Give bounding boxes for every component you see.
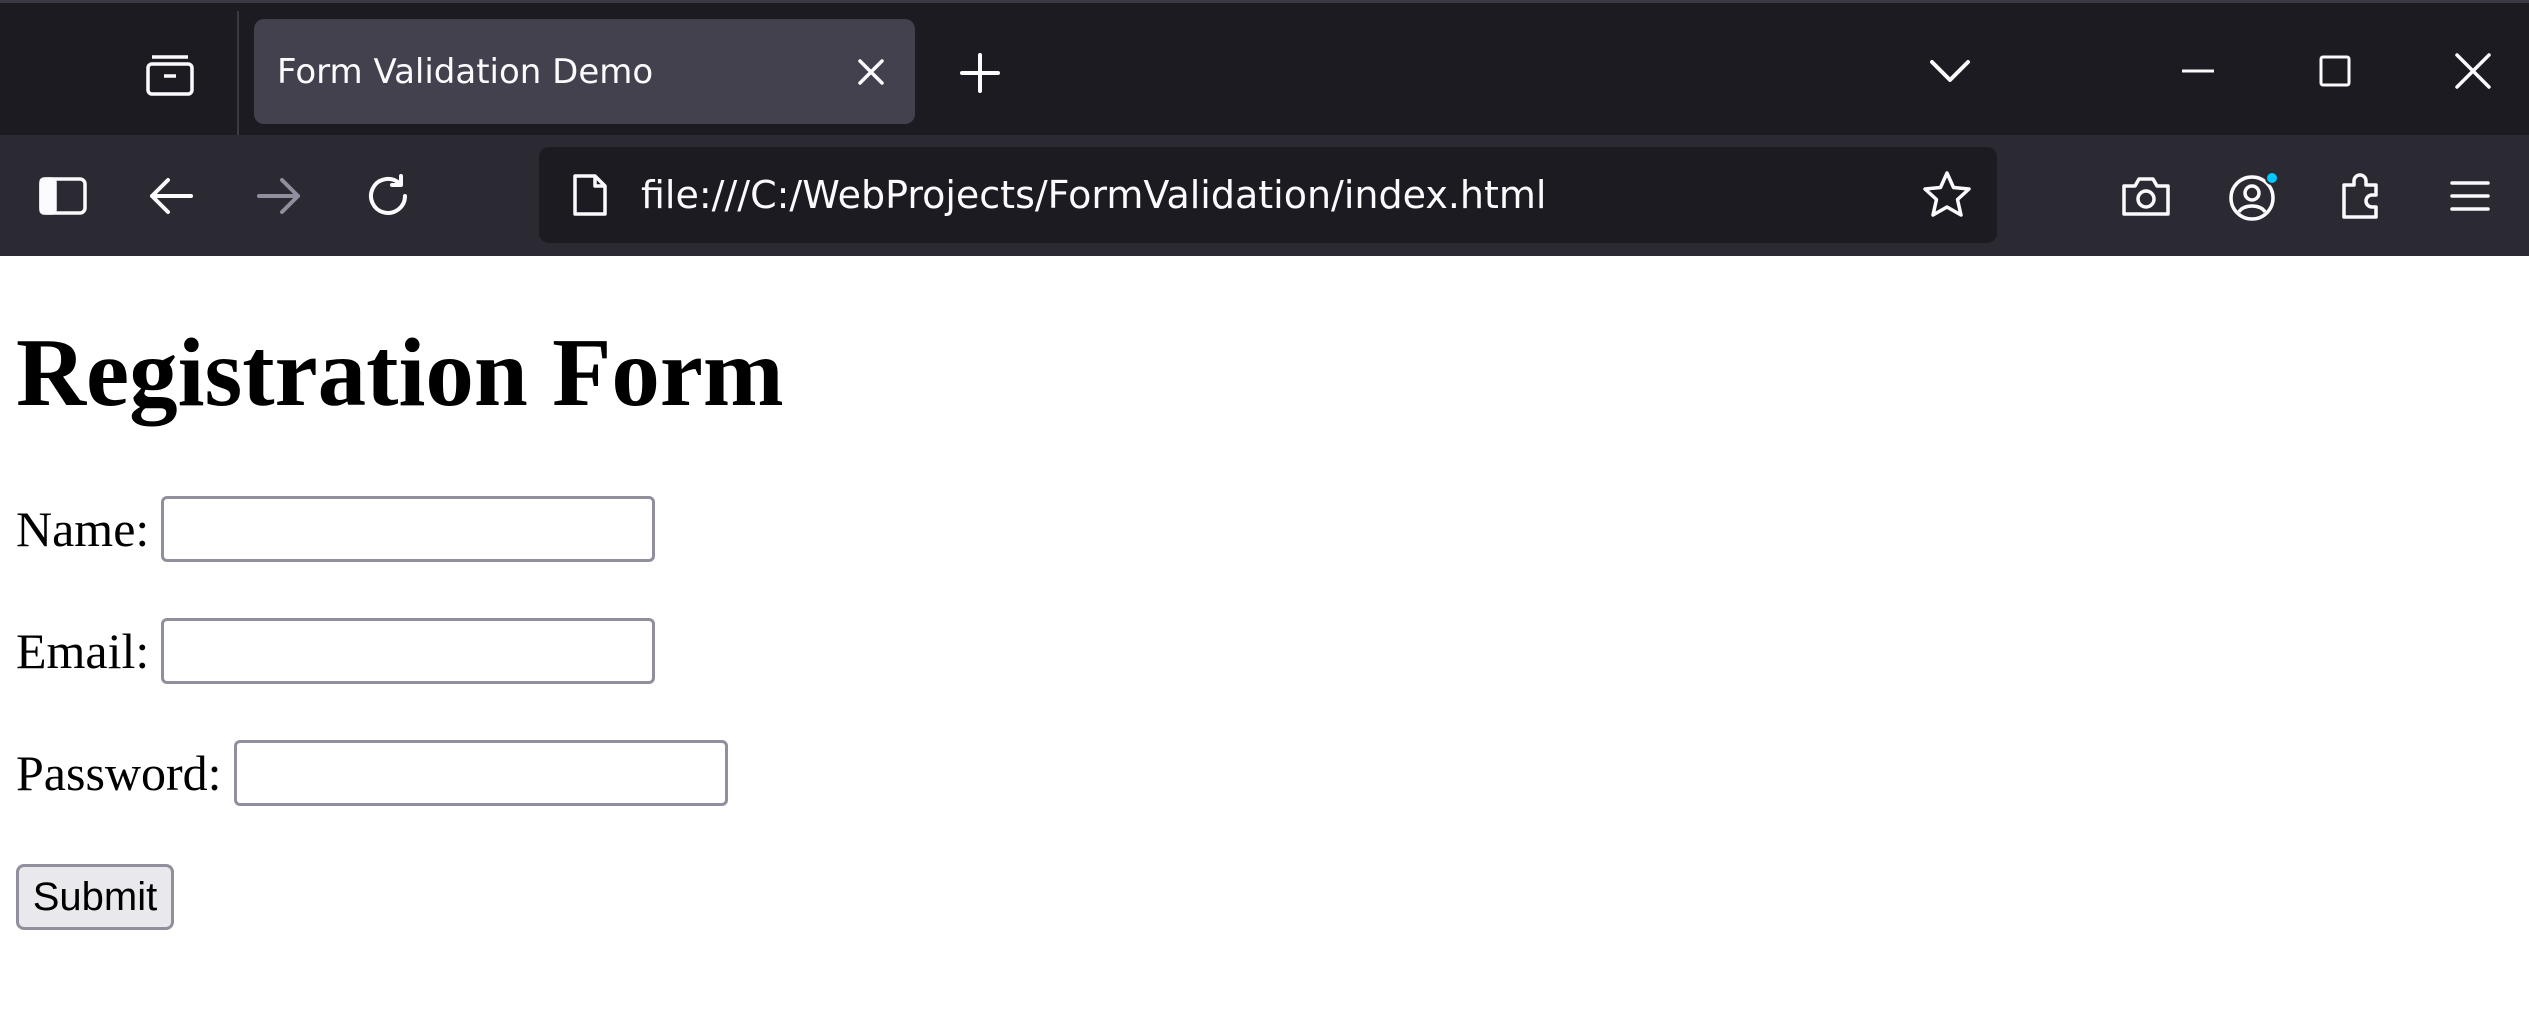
back-arrow-icon[interactable] <box>141 166 201 226</box>
bookmark-star-icon[interactable] <box>1917 165 1977 225</box>
page-icon[interactable] <box>565 170 615 220</box>
hamburger-menu-icon[interactable] <box>2440 166 2500 226</box>
page-title: Registration Form <box>16 319 784 426</box>
sidebar-icon[interactable] <box>33 166 93 226</box>
reload-icon[interactable] <box>358 166 418 226</box>
tab-title: Form Validation Demo <box>277 51 654 92</box>
camera-icon[interactable] <box>2116 166 2176 226</box>
name-label: Name: <box>16 501 150 557</box>
password-row: Password: <box>16 740 728 806</box>
minimize-icon[interactable] <box>2168 41 2228 101</box>
tabbar-divider <box>237 11 239 136</box>
close-window-icon[interactable] <box>2443 41 2503 101</box>
navigation-toolbar: file:///C:/WebProjects/FormValidation/in… <box>0 135 2529 256</box>
submit-button[interactable]: Submit <box>16 864 174 930</box>
name-input[interactable] <box>161 496 656 562</box>
account-icon[interactable] <box>2224 166 2284 226</box>
maximize-icon[interactable] <box>2305 41 2365 101</box>
tab-manager-icon[interactable] <box>140 43 200 103</box>
tab-bar: Form Validation Demo <box>0 0 2529 136</box>
tab-form-validation-demo[interactable]: Form Validation Demo <box>254 19 915 124</box>
tab-list-chevron-down-icon[interactable] <box>1920 41 1980 101</box>
email-input[interactable] <box>161 618 656 684</box>
page-content: Registration Form Name: Email: Password:… <box>0 256 2529 1011</box>
password-input[interactable] <box>233 740 728 806</box>
password-label: Password: <box>16 745 222 801</box>
name-row: Name: <box>16 496 656 562</box>
email-label: Email: <box>16 623 150 679</box>
new-tab-plus-icon[interactable] <box>950 43 1010 103</box>
puzzle-icon[interactable] <box>2332 166 2392 226</box>
email-row: Email: <box>16 618 656 684</box>
tab-close-icon[interactable] <box>849 50 893 94</box>
url-text[interactable]: file:///C:/WebProjects/FormValidation/in… <box>641 173 1546 217</box>
forward-arrow-icon[interactable] <box>249 166 309 226</box>
url-bar[interactable]: file:///C:/WebProjects/FormValidation/in… <box>539 147 1997 243</box>
